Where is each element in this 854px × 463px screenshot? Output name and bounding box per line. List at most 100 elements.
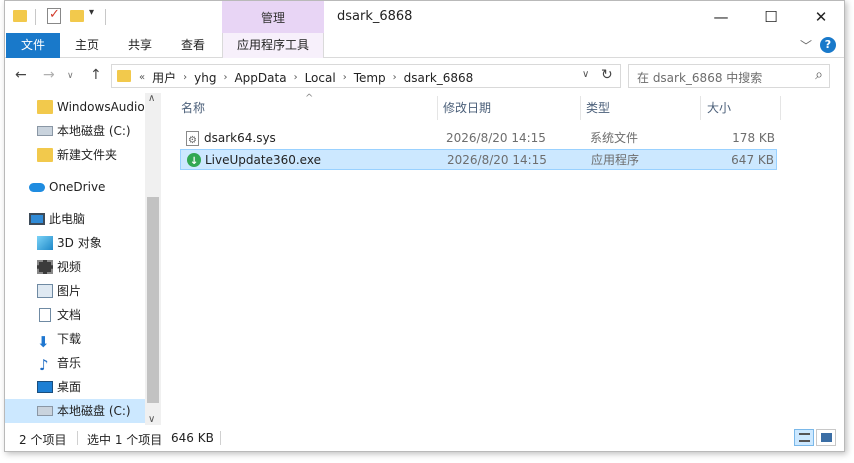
table-row[interactable]: LiveUpdate360.exe 2026/8/20 14:15 应用程序 6… bbox=[180, 149, 777, 172]
drive-icon bbox=[37, 126, 53, 136]
item-count: 2 个项目 bbox=[19, 433, 67, 447]
desktop-icon bbox=[37, 381, 53, 393]
chevron-right-icon[interactable]: › bbox=[291, 72, 301, 83]
file-list: ^ 名称 修改日期 类型 大小 dsark64.sys 2026/8/20 14… bbox=[167, 93, 844, 425]
tab-application-tools[interactable]: 应用程序工具 bbox=[222, 33, 324, 58]
tab-view[interactable]: 查看 bbox=[173, 33, 213, 58]
scroll-down-icon[interactable]: ∨ bbox=[148, 414, 155, 425]
nav-item-label: 3D 对象 bbox=[57, 236, 102, 250]
file-date: 2026/8/20 14:15 bbox=[447, 153, 547, 167]
ribbon-tabs: 文件 主页 共享 查看 应用程序工具 ﹀ ? bbox=[5, 33, 844, 58]
nav-item-pictures[interactable]: 图片 bbox=[5, 279, 145, 303]
nav-item-this-pc[interactable]: 此电脑 bbox=[5, 207, 145, 231]
column-divider[interactable] bbox=[437, 96, 438, 120]
search-input[interactable]: 在 dsark_6868 中搜索 ⌕ bbox=[628, 64, 830, 88]
table-row[interactable]: dsark64.sys 2026/8/20 14:15 系统文件 178 KB bbox=[180, 128, 777, 151]
nav-item-downloads[interactable]: ⬇ 下载 bbox=[5, 327, 145, 351]
separator bbox=[77, 431, 78, 445]
customize-quick-access-button[interactable]: ▾ bbox=[89, 7, 94, 18]
nav-item-onedrive[interactable]: OneDrive bbox=[5, 175, 145, 199]
breadcrumb-item[interactable]: Temp bbox=[350, 71, 390, 85]
breadcrumb-item[interactable]: AppData bbox=[230, 71, 290, 85]
nav-item-local-disk[interactable]: 本地磁盘 (C:) bbox=[5, 119, 145, 143]
nav-item-label: 本地磁盘 (C:) bbox=[57, 404, 131, 418]
chevron-right-icon[interactable]: › bbox=[340, 72, 350, 83]
nav-item-music[interactable]: ♪ 音乐 bbox=[5, 351, 145, 375]
file-date: 2026/8/20 14:15 bbox=[446, 131, 546, 145]
minimize-button[interactable]: — bbox=[698, 1, 744, 33]
file-name: dsark64.sys bbox=[204, 131, 276, 145]
refresh-icon[interactable]: ↻ bbox=[601, 67, 613, 83]
separator bbox=[220, 431, 221, 445]
close-button[interactable]: ✕ bbox=[798, 1, 844, 33]
address-row: ← → ∨ ↑ « 用户 › yhg › AppData › Local › T… bbox=[5, 59, 844, 93]
navigation-scrollbar[interactable]: ∧ ∨ bbox=[145, 93, 161, 425]
nav-item-videos[interactable]: 视频 bbox=[5, 255, 145, 279]
tab-file[interactable]: 文件 bbox=[6, 33, 60, 58]
context-tab-header: 管理 bbox=[222, 1, 324, 33]
scrollbar-thumb[interactable] bbox=[147, 197, 159, 403]
separator bbox=[35, 9, 36, 25]
drive-icon bbox=[37, 406, 53, 416]
column-divider[interactable] bbox=[580, 96, 581, 120]
breadcrumb-item[interactable]: yhg bbox=[190, 71, 220, 85]
nav-item-3d-objects[interactable]: 3D 对象 bbox=[5, 231, 145, 255]
up-button[interactable]: ↑ bbox=[90, 67, 102, 83]
expand-ribbon-icon[interactable]: ﹀ bbox=[800, 37, 812, 54]
details-view-icon bbox=[799, 433, 810, 442]
file-type: 系统文件 bbox=[590, 131, 639, 145]
breadcrumb-item[interactable]: 用户 bbox=[148, 69, 180, 86]
chevron-down-icon[interactable]: ∨ bbox=[582, 69, 589, 80]
column-header-type[interactable]: 类型 bbox=[586, 98, 610, 118]
recent-locations-button[interactable]: ∨ bbox=[67, 71, 74, 81]
file-size: 647 KB bbox=[731, 153, 774, 167]
column-header-name[interactable]: 名称 bbox=[181, 98, 205, 118]
properties-icon[interactable] bbox=[47, 7, 61, 24]
folder-icon bbox=[37, 148, 53, 162]
nav-item-local-disk-c[interactable]: 本地磁盘 (C:) bbox=[5, 399, 145, 423]
large-icons-view-button[interactable] bbox=[816, 429, 836, 446]
help-icon[interactable]: ? bbox=[820, 37, 836, 53]
status-bar: 2 个项目 选中 1 个项目 646 KB bbox=[5, 426, 844, 451]
column-divider[interactable] bbox=[780, 96, 781, 120]
nav-item-label: 音乐 bbox=[57, 356, 82, 370]
download-icon: ⬇ bbox=[37, 333, 50, 351]
back-button[interactable]: ← bbox=[15, 67, 27, 83]
column-header-date-modified[interactable]: 修改日期 bbox=[443, 98, 491, 118]
nav-item-label: 文档 bbox=[57, 308, 82, 322]
file-type: 应用程序 bbox=[591, 153, 640, 167]
chevron-right-icon[interactable]: › bbox=[390, 72, 400, 83]
new-folder-icon[interactable] bbox=[70, 10, 84, 22]
file-size: 178 KB bbox=[732, 131, 775, 145]
folder-icon bbox=[13, 10, 27, 22]
chevron-right-icon[interactable]: › bbox=[220, 72, 230, 83]
breadcrumb-item[interactable]: dsark_6868 bbox=[400, 71, 478, 85]
address-bar[interactable]: « 用户 › yhg › AppData › Local › Temp › ds… bbox=[111, 64, 621, 88]
scroll-up-icon[interactable]: ∧ bbox=[148, 93, 155, 104]
maximize-button[interactable]: ☐ bbox=[748, 1, 794, 33]
music-icon: ♪ bbox=[39, 356, 49, 374]
nav-item-desktop[interactable]: 桌面 bbox=[5, 375, 145, 399]
forward-button[interactable]: → bbox=[43, 67, 55, 83]
chevron-right-icon[interactable]: › bbox=[180, 72, 190, 83]
nav-item-documents[interactable]: 文档 bbox=[5, 303, 145, 327]
tab-home[interactable]: 主页 bbox=[67, 33, 107, 58]
nav-item-windowsaudio[interactable]: WindowsAudio bbox=[5, 95, 145, 119]
large-icons-view-icon bbox=[821, 433, 832, 442]
nav-item-label: OneDrive bbox=[49, 180, 106, 194]
folder-icon bbox=[37, 100, 53, 114]
nav-item-new-folder[interactable]: 新建文件夹 bbox=[5, 143, 145, 167]
breadcrumb-overflow[interactable]: « bbox=[136, 72, 148, 83]
details-view-button[interactable] bbox=[794, 429, 814, 446]
navigation-pane: WindowsAudio 本地磁盘 (C:) 新建文件夹 OneDrive 此电… bbox=[5, 93, 161, 425]
breadcrumb-item[interactable]: Local bbox=[301, 71, 340, 85]
nav-item-label: 本地磁盘 (C:) bbox=[57, 124, 131, 138]
column-header-size[interactable]: 大小 bbox=[707, 98, 731, 118]
column-divider[interactable] bbox=[700, 96, 701, 120]
exe-file-icon bbox=[187, 151, 201, 172]
nav-item-label: 图片 bbox=[57, 284, 82, 298]
tab-share[interactable]: 共享 bbox=[120, 33, 160, 58]
breadcrumb: « 用户 › yhg › AppData › Local › Temp › ds… bbox=[136, 69, 477, 86]
title-bar: ▾ 管理 dsark_6868 — ☐ ✕ bbox=[5, 1, 844, 33]
search-icon[interactable]: ⌕ bbox=[815, 67, 823, 83]
